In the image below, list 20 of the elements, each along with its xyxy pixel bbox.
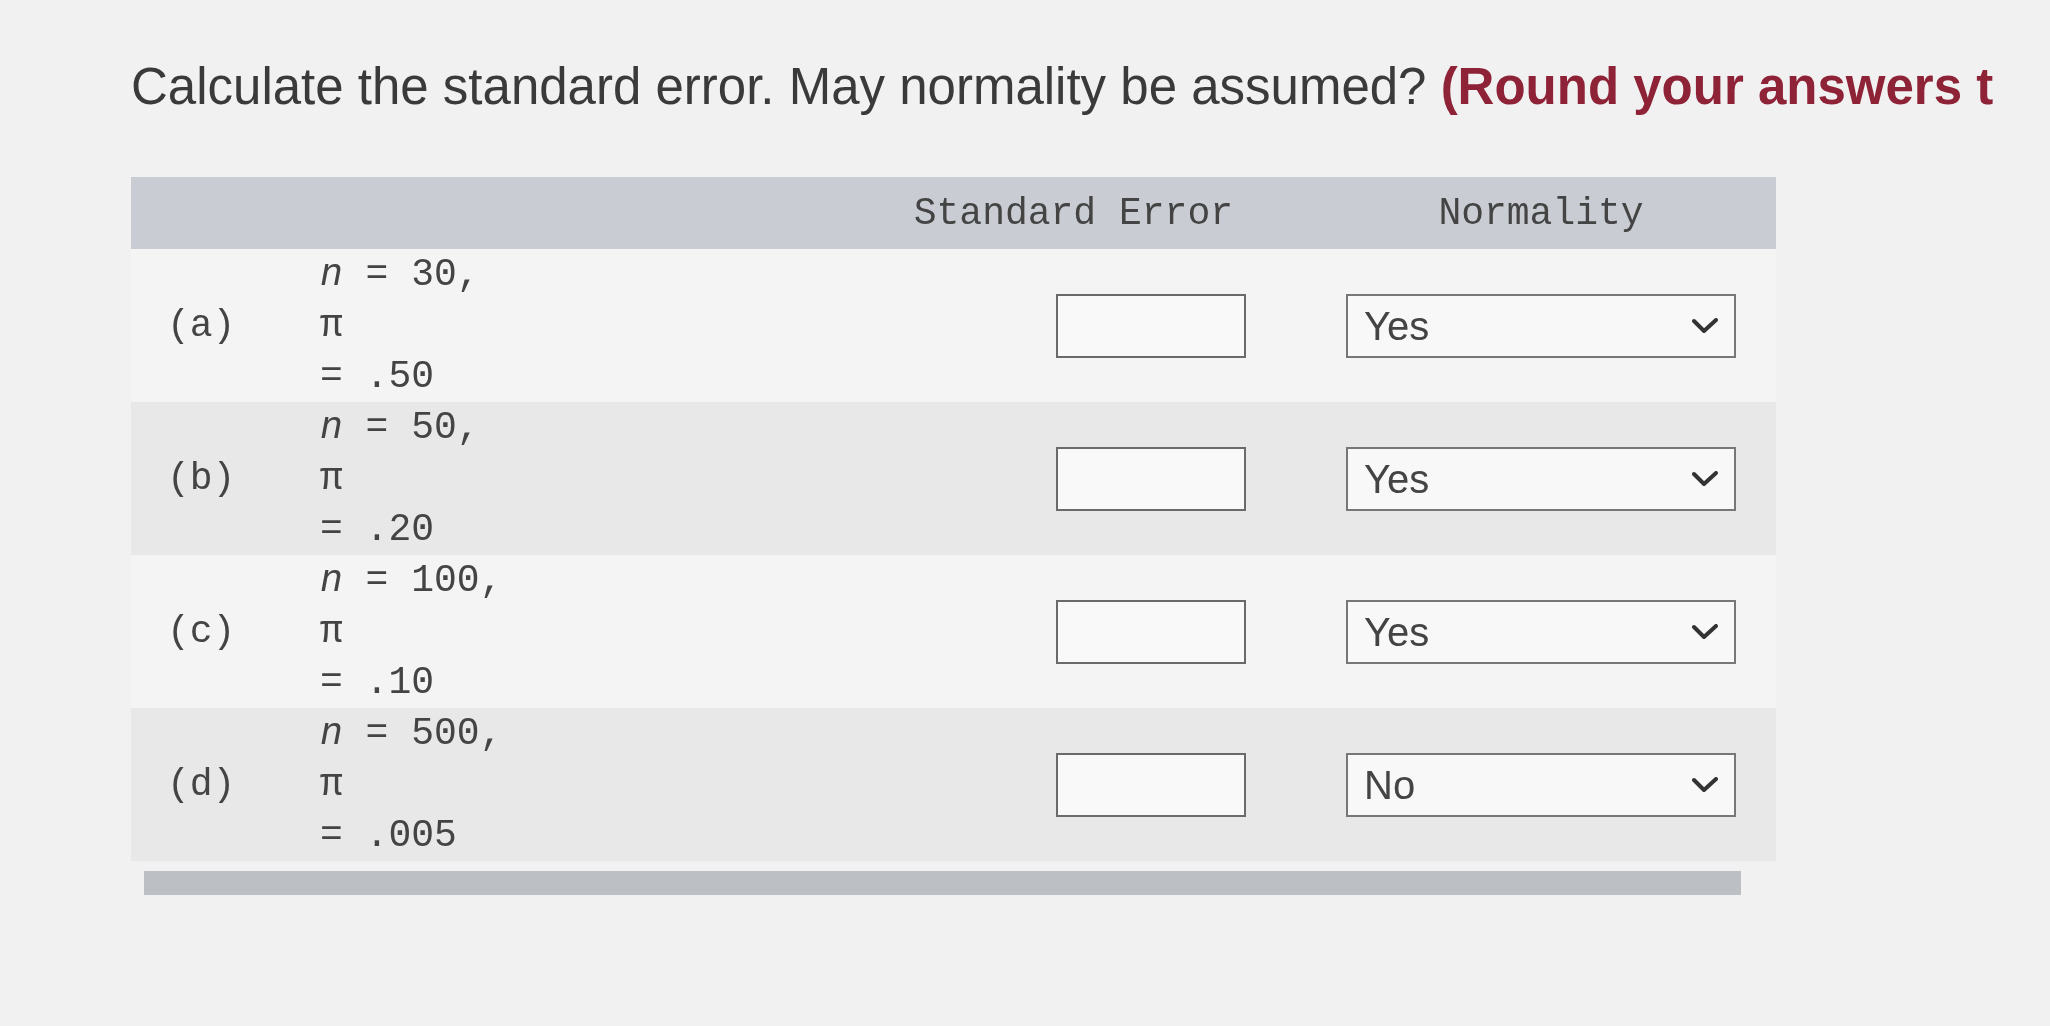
question-text: Calculate the standard error. May normality be assumed? (Round your answers t	[131, 57, 1994, 117]
chevron-down-icon	[1692, 776, 1718, 793]
answer-box[interactable]	[1056, 293, 1246, 358]
part-label: (a)	[166, 303, 236, 350]
column-header: Standard Error	[913, 190, 1233, 237]
parameter-text: n = 500, π = .005	[319, 711, 503, 860]
part-label: (c)	[166, 609, 236, 656]
part-label: (d)	[166, 762, 236, 809]
answer-box[interactable]	[1056, 599, 1246, 664]
answer-box[interactable]	[1056, 446, 1246, 511]
chevron-down-icon	[1692, 317, 1718, 334]
part-label: (b)	[166, 456, 236, 503]
normality-dropdown[interactable]: No	[1346, 752, 1736, 817]
chevron-down-icon	[1692, 623, 1718, 640]
normality-dropdown[interactable]: Yes	[1346, 293, 1736, 358]
normality-dropdown[interactable]: Yes	[1346, 599, 1736, 664]
column-header: Normality	[1438, 190, 1644, 237]
chevron-down-icon	[1692, 470, 1718, 487]
normality-dropdown[interactable]: Yes	[1346, 446, 1736, 511]
answer-box[interactable]	[1056, 752, 1246, 817]
